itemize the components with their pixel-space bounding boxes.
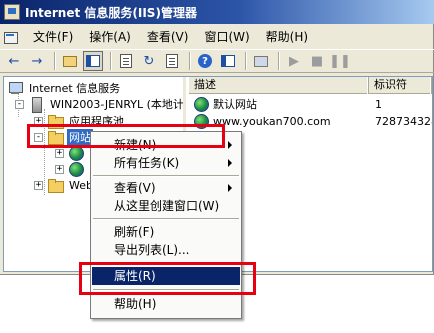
menu-item-help[interactable]: 帮助(H) — [92, 295, 240, 313]
pause-icon[interactable]: ❚❚ — [329, 51, 351, 71]
title-bar[interactable]: Internet 信息服务(IIS)管理器 — [0, 0, 434, 24]
menu-item-label: 新建(N) — [114, 138, 157, 152]
console-icon[interactable] — [3, 29, 19, 45]
menu-item-new[interactable]: 新建(N) — [92, 136, 240, 154]
collapse-icon[interactable]: - — [34, 132, 43, 142]
refresh-icon[interactable]: ↻ — [139, 51, 159, 71]
app-icon — [4, 4, 20, 20]
submenu-arrow-icon — [228, 159, 232, 167]
expand-icon[interactable]: + — [55, 148, 64, 158]
toolbar-separator — [245, 52, 247, 70]
column-header-identifier[interactable]: 标识符 — [369, 77, 432, 94]
menu-bar: 文件(F) 操作(A) 查看(V) 窗口(W) 帮助(H) — [0, 26, 434, 47]
menu-item-label: 刷新(F) — [114, 225, 155, 239]
computer-icon[interactable] — [251, 51, 271, 71]
menu-view[interactable]: 查看(V) — [139, 26, 197, 47]
expand-icon[interactable]: + — [34, 180, 43, 190]
menu-item-label: 所有任务(K) — [114, 156, 180, 170]
back-icon[interactable]: ← — [4, 51, 24, 71]
show-tree-icon[interactable] — [83, 51, 103, 71]
submenu-arrow-icon — [228, 141, 232, 149]
site-id: 728734328 — [375, 114, 432, 128]
globe-icon — [193, 114, 209, 129]
tree-node-label: 应用程序池 — [69, 115, 124, 128]
globe-icon — [193, 97, 209, 112]
menu-window[interactable]: 窗口(W) — [196, 26, 257, 47]
globe-icon — [68, 162, 84, 177]
server-icon — [28, 97, 44, 113]
toolbar-separator — [278, 52, 280, 70]
menu-help[interactable]: 帮助(H) — [258, 26, 316, 47]
site-id: 1 — [375, 97, 382, 111]
menu-separator — [93, 218, 239, 220]
tree-node-websites[interactable]: - 网站 — [34, 129, 93, 145]
globe-icon — [68, 146, 84, 161]
menu-item-label: 帮助(H) — [114, 297, 157, 311]
expand-icon[interactable]: + — [34, 116, 43, 126]
menu-separator — [93, 175, 239, 177]
menu-item-refresh[interactable]: 刷新(F) — [92, 223, 240, 241]
column-header-description[interactable]: 描述 — [189, 77, 369, 94]
menu-item-label: 查看(V) — [114, 181, 156, 195]
folder-icon — [47, 114, 64, 129]
up-folder-icon[interactable] — [60, 51, 80, 71]
context-menu: 新建(N) 所有任务(K) 查看(V) 从这里创建窗口(W) 刷新(F) 导出列… — [90, 131, 242, 319]
menu-item-properties[interactable]: 属性(R) — [92, 267, 240, 285]
iis-root-icon — [7, 81, 23, 95]
play-icon[interactable]: ▶ — [284, 51, 304, 71]
list-row[interactable]: 默认网站 1 — [189, 96, 432, 112]
menu-item-view[interactable]: 查看(V) — [92, 179, 240, 197]
submenu-arrow-icon — [228, 184, 232, 192]
menu-file[interactable]: 文件(F) — [25, 26, 81, 47]
new-window-icon[interactable] — [218, 51, 238, 71]
menu-separator — [93, 262, 239, 264]
toolbar-separator — [54, 52, 56, 70]
help-icon[interactable]: ? — [195, 51, 215, 71]
tree-node-root[interactable]: Internet 信息服务 — [7, 80, 122, 96]
tree-node-server[interactable]: - WIN2003-JENRYL (本地计 — [15, 96, 184, 113]
properties-icon[interactable] — [116, 51, 136, 71]
tree-node-label: Internet 信息服务 — [29, 82, 121, 95]
menu-item-all-tasks[interactable]: 所有任务(K) — [92, 154, 240, 172]
collapse-icon[interactable]: - — [15, 99, 24, 109]
cell-description: www.youkan700.com — [189, 114, 369, 129]
toolbar-separator — [110, 52, 112, 70]
folder-icon — [47, 130, 64, 145]
export-icon[interactable] — [162, 51, 182, 71]
cell-description: 默认网站 — [189, 96, 369, 112]
menu-item-label: 属性(R) — [114, 269, 156, 283]
stop-icon[interactable]: ■ — [307, 51, 327, 71]
toolbar-separator — [189, 52, 191, 70]
forward-icon[interactable]: → — [27, 51, 47, 71]
folder-icon — [47, 178, 64, 193]
list-row[interactable]: www.youkan700.com 728734328 — [189, 113, 432, 129]
tree-node-label: WIN2003-JENRYL (本地计 — [50, 98, 184, 111]
menu-item-label: 导出列表(L)... — [114, 243, 190, 257]
menu-separator — [93, 289, 239, 291]
toolbar: ← → ↻ ? ▶ ■ ❚❚ — [0, 49, 434, 73]
site-name: www.youkan700.com — [213, 114, 331, 128]
expand-icon[interactable]: + — [55, 164, 64, 174]
window-title: Internet 信息服务(IIS)管理器 — [25, 5, 197, 20]
tree-node-web-extensions[interactable]: + Web — [34, 177, 95, 193]
list-header: 描述 标识符 — [189, 77, 432, 94]
tree-node-app-pools[interactable]: + 应用程序池 — [34, 113, 126, 129]
menu-action[interactable]: 操作(A) — [81, 26, 139, 47]
site-name: 默认网站 — [213, 98, 257, 111]
menu-item-label: 从这里创建窗口(W) — [114, 199, 220, 213]
menu-item-export-list[interactable]: 导出列表(L)... — [92, 241, 240, 259]
menu-item-new-window[interactable]: 从这里创建窗口(W) — [92, 197, 240, 215]
